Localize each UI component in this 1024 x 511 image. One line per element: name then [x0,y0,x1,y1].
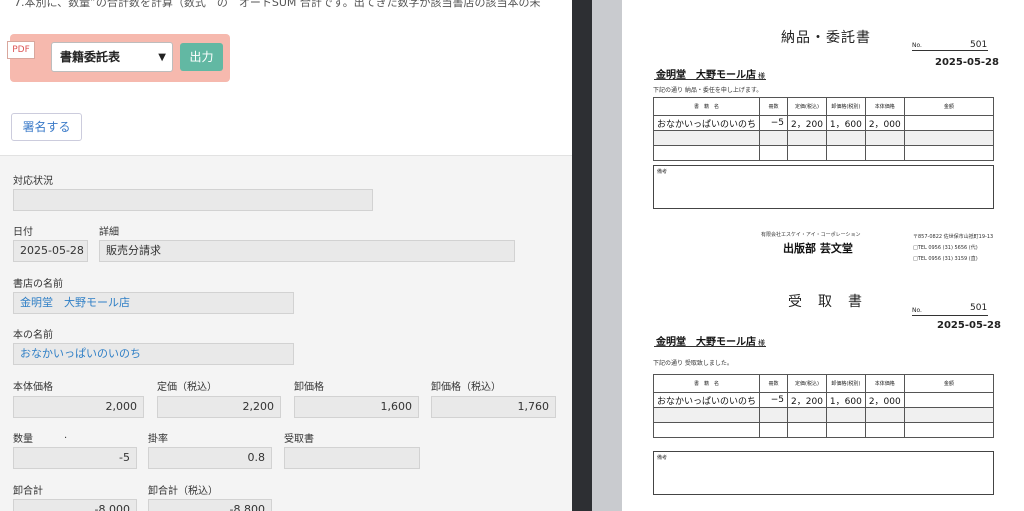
qty-dot-label: . [64,430,68,441]
doc1-col-amount: 金額 [903,97,995,116]
viewer-margin [592,0,622,511]
doc2-table: 書 籍 名 冊数 定価(税込) 卸価格(税別) 本体価格 金額 おなかいっぱいの… [652,374,995,438]
list-price-field[interactable]: 2,200 [157,396,281,418]
doc2-date: 2025-05-28 [937,320,1001,331]
table-row [652,145,995,161]
doc2-col-amount: 金額 [903,374,995,393]
doc2-cell-amount [903,392,995,408]
doc2-cell-wholesale: 1，600 [825,392,866,408]
doc1-cell-base: 2，000 [864,115,905,131]
document-type-select[interactable]: 書籍委託表 ▼ [51,42,173,72]
company-tel1: □TEL 0956 (31) 5656 (代) [913,245,978,251]
company-address: 〒857-0822 佐世保市山祇町19-13 [913,234,994,240]
doc2-cell-list: 2，200 [787,392,827,408]
doc2-col-list: 定価(税込) [787,374,827,393]
doc1-date: 2025-05-28 [935,57,999,68]
store-field[interactable]: 金明堂 大野モール店 [13,292,294,314]
doc2-remarks-box: 備考 [653,451,994,495]
instruction-text: 7.本別に、数量”の合計数を計算（数式 の オートSUM 合計です。出てきた数字… [14,0,541,9]
status-field[interactable] [13,189,373,211]
doc2-remarks-label: 備考 [657,455,668,461]
doc1-cell-qty: −5 [759,115,789,131]
qty-label: 数量 [13,434,33,445]
receipt-label: 受取書 [284,434,314,445]
doc2-col-base: 本体価格 [864,374,905,393]
doc1-col-base: 本体価格 [864,97,905,116]
doc1-table: 書 籍 名 冊数 定価(税込) 卸価格(税別) 本体価格 金額 おなかいっぱいの… [652,97,995,161]
total-tax-field[interactable]: -8,800 [148,499,272,511]
doc1-col-wholesale: 卸価格(税別) [825,97,866,116]
wholesale-field[interactable]: 1,600 [294,396,419,418]
document-type-value: 書籍委託表 [60,50,121,64]
doc2-note: 下記の通り 受取致しました。 [653,360,733,367]
doc1-remarks-box: 備考 [653,165,994,209]
doc1-cell-wholesale: 1，600 [825,115,866,131]
doc2-no-underline [912,315,988,316]
rate-label: 掛率 [148,434,168,445]
doc1-cell-list: 2，200 [787,115,827,131]
company-big: 出版部 芸文堂 [783,242,853,255]
table-row: おなかいっぱいのいのち −5 2，200 1，600 2，000 [652,392,995,408]
store-label: 書店の名前 [13,279,63,290]
table-row [652,422,995,438]
table-row [652,130,995,146]
doc2-col-qty: 冊数 [759,374,789,393]
company-small: 有限会社エスケイ・アイ・コーポレーション [761,232,861,238]
qty-field[interactable]: -5 [13,447,137,469]
wholesale-label: 卸価格 [294,382,324,393]
doc2-no: 501 [970,303,988,313]
doc1-col-title: 書 籍 名 [652,97,761,116]
base-price-label: 本体価格 [13,382,53,393]
pdf-icon: PDF [7,41,35,59]
doc1-title: 納品・委託書 [781,30,871,46]
wholesale-tax-label: 卸価格（税込） [431,382,501,393]
doc2-table-header: 書 籍 名 冊数 定価(税込) 卸価格(税別) 本体価格 金額 [652,374,995,393]
base-price-field[interactable]: 2,000 [13,396,144,418]
doc1-no-underline [912,50,988,51]
wholesale-tax-field[interactable]: 1,760 [431,396,556,418]
detail-label: 詳細 [99,227,119,238]
date-field[interactable]: 2025-05-28 [13,240,88,262]
doc2-col-title: 書 籍 名 [652,374,761,393]
output-button[interactable]: 出力 [180,43,223,71]
doc1-note: 下記の通り 納品・委任を申し上げます。 [653,87,763,94]
company-tel2: □TEL 0956 (31) 3159 (直) [913,256,978,262]
book-field[interactable]: おなかいっぱいのいのち [13,343,294,365]
doc1-remarks-label: 備考 [657,169,668,175]
doc1-store-underline [654,79,766,80]
doc2-cell-title: おなかいっぱいのいのち [652,392,761,408]
receipt-field[interactable] [284,447,420,469]
doc2-cell-base: 2，000 [864,392,905,408]
status-label: 対応状況 [13,176,53,187]
sign-button[interactable]: 署名する [11,113,82,141]
total-label: 卸合計 [13,486,43,497]
doc2-cell-qty: −5 [759,392,789,408]
doc1-col-list: 定価(税込) [787,97,827,116]
table-row [652,407,995,423]
pdf-preview: 納品・委託書 No. 501 2025-05-28 金明堂 大野モール店様 下記… [622,0,1024,511]
doc2-no-label: No. [912,307,922,314]
doc1-col-qty: 冊数 [759,97,789,116]
date-label: 日付 [13,227,33,238]
book-label: 本の名前 [13,330,53,341]
total-field[interactable]: -8,000 [13,499,137,511]
form-toolbar: 7.本別に、数量”の合計数を計算（数式 の オートSUM 合計です。出てきた数字… [0,0,572,156]
doc1-table-header: 書 籍 名 冊数 定価(税込) 卸価格(税別) 本体価格 金額 [652,97,995,116]
pane-divider[interactable] [572,0,622,511]
list-price-label: 定価（税込） [157,382,217,393]
detail-field[interactable]: 販売分請求 [99,240,515,262]
doc1-no: 501 [970,40,988,50]
doc1-cell-title: おなかいっぱいのいのち [652,115,761,131]
table-row: おなかいっぱいのいのち −5 2，200 1，600 2，000 [652,115,995,131]
doc2-col-wholesale: 卸価格(税別) [825,374,866,393]
doc1-cell-amount [903,115,995,131]
chevron-down-icon: ▼ [158,52,166,63]
doc1-no-label: No. [912,42,922,49]
doc2-title: 受 取 書 [788,294,863,310]
form-pane: 7.本別に、数量”の合計数を計算（数式 の オートSUM 合計です。出てきた数字… [0,0,572,511]
rate-field[interactable]: 0.8 [148,447,272,469]
doc2-store-underline [654,346,766,347]
total-tax-label: 卸合計（税込） [148,486,218,497]
